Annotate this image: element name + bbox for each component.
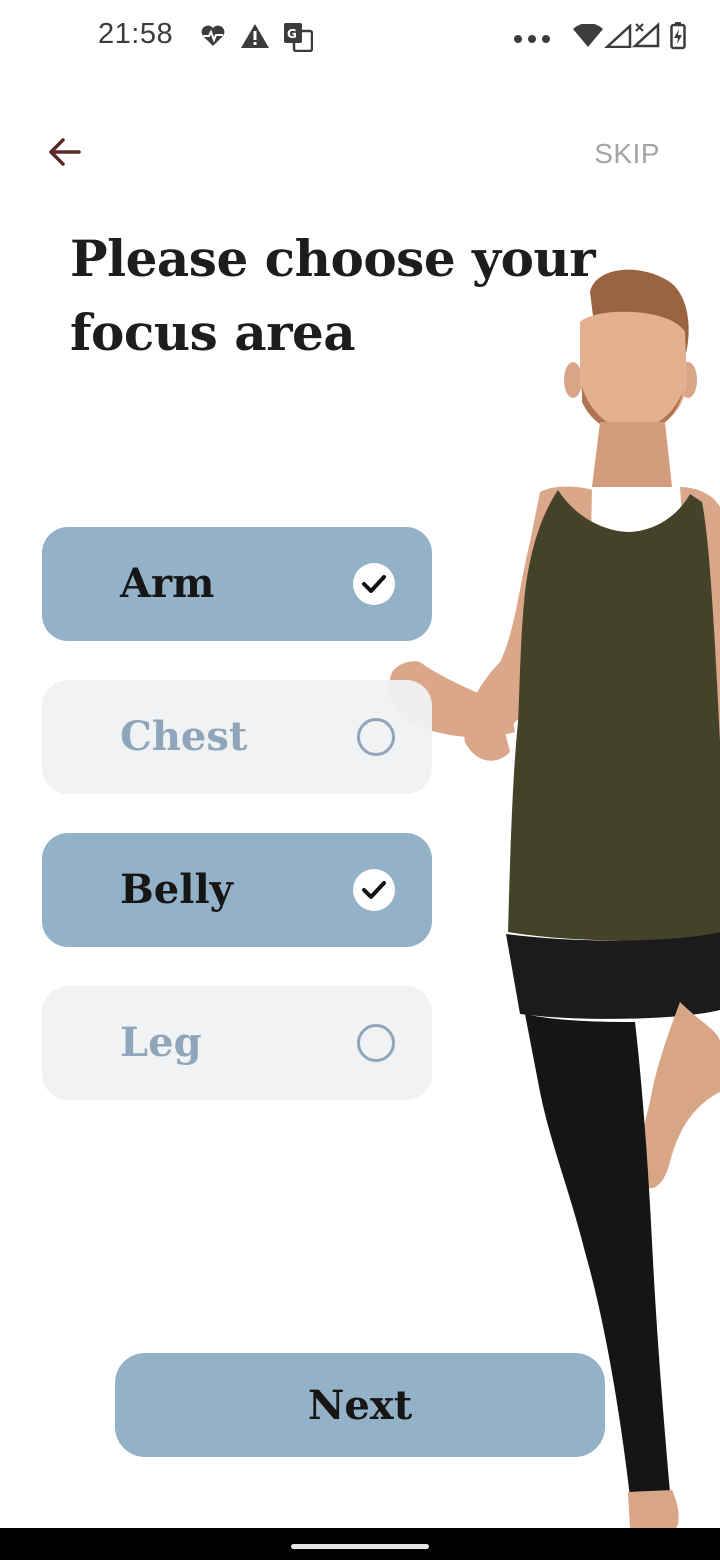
home-indicator[interactable]: [291, 1544, 429, 1549]
skip-button[interactable]: SKIP: [594, 138, 660, 170]
option-label: Belly: [120, 866, 233, 913]
radio-empty-icon: [357, 1024, 395, 1062]
navigation-bar: [0, 1528, 720, 1560]
more-dots-icon: [513, 31, 551, 49]
signal-x-icon: [631, 22, 660, 53]
option-label: Arm: [120, 560, 215, 607]
warning-icon: [240, 22, 270, 55]
arrow-left-icon: [47, 137, 81, 172]
checkmark-icon: [353, 869, 395, 911]
wifi-icon: [572, 23, 604, 53]
battery-charging-icon: [670, 22, 686, 55]
option-belly[interactable]: Belly: [42, 833, 432, 947]
checkmark-icon: [353, 563, 395, 605]
next-button[interactable]: Next: [115, 1353, 605, 1457]
back-button[interactable]: [40, 130, 88, 178]
next-label: Next: [307, 1381, 413, 1429]
radio-empty-icon: [357, 718, 395, 756]
status-bar: 21:58 G: [0, 0, 720, 76]
signal-icon: [603, 23, 632, 53]
heart-pulse-icon: [200, 24, 226, 53]
option-chest[interactable]: Chest: [42, 680, 432, 794]
option-label: Leg: [120, 1019, 202, 1066]
option-leg[interactable]: Leg: [42, 986, 432, 1100]
option-label: Chest: [120, 713, 248, 760]
status-time: 21:58: [98, 18, 174, 50]
svg-text:G: G: [287, 27, 297, 41]
translate-icon: G: [283, 22, 314, 57]
page-title: Please choose your focus area: [70, 229, 596, 362]
option-arm[interactable]: Arm: [42, 527, 432, 641]
